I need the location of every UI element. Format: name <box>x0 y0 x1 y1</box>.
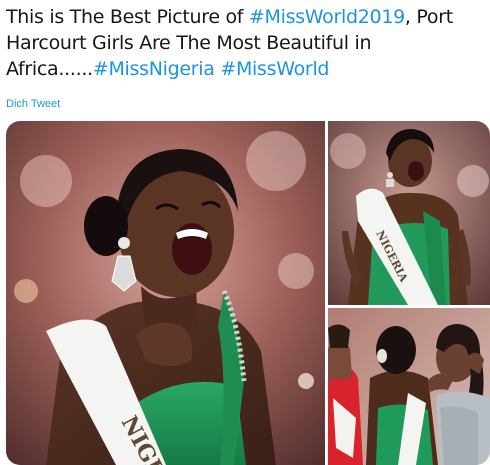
photo-top-right-image: NIGERIA <box>328 121 490 305</box>
hashtag-link-missworld[interactable]: #MissWorld <box>220 58 329 80</box>
photo-bottom-right[interactable] <box>328 308 490 465</box>
photo-main[interactable]: NIGE <box>6 121 325 465</box>
translate-tweet-link[interactable]: Dich Tweet <box>6 98 60 110</box>
hashtag-link-missworld2019[interactable]: #MissWorld2019 <box>249 6 405 28</box>
hashtag-link-missnigeria[interactable]: #MissNigeria <box>93 58 215 80</box>
tweet-text-segment: This is The Best Picture of <box>6 6 249 28</box>
tweet-text: This is The Best Picture of #MissWorld20… <box>6 4 484 82</box>
photo-top-right[interactable]: NIGERIA <box>328 121 490 305</box>
photo-main-image: NIGE <box>6 121 325 465</box>
tweet-media-grid: NIGE NIGERIA <box>6 121 490 465</box>
photo-bottom-right-image <box>328 308 490 465</box>
